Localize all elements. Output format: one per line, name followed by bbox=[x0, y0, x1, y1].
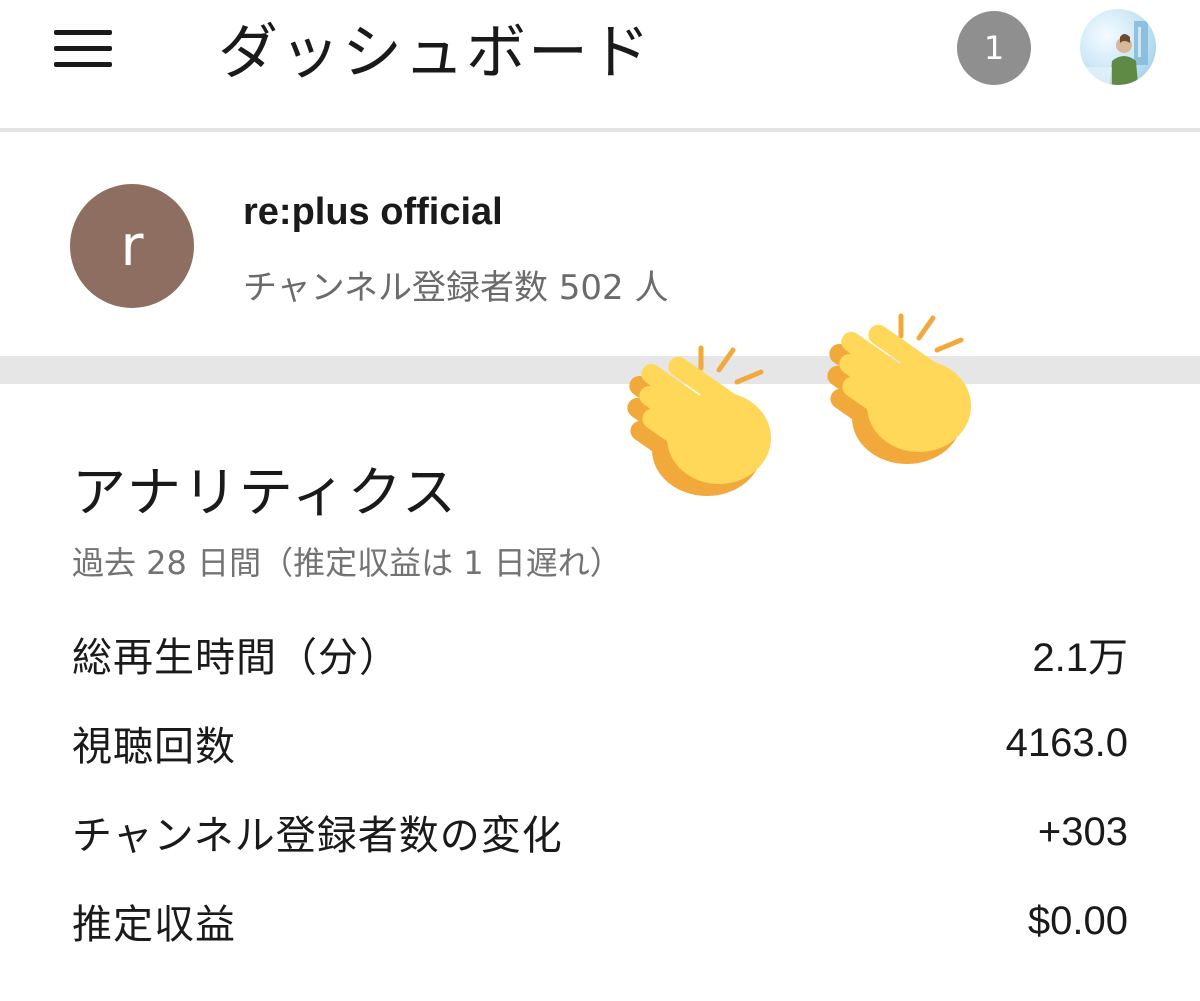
metric-label: チャンネル登録者数の変化 bbox=[72, 813, 563, 859]
metric-value: 4163.0 bbox=[1005, 720, 1128, 765]
metric-label: 推定収益 bbox=[72, 902, 236, 948]
clapping-hands-icon bbox=[627, 345, 771, 496]
metric-row-subscriber-change[interactable]: チャンネル登録者数の変化 +303 bbox=[72, 797, 1128, 867]
metric-value: +303 bbox=[1037, 809, 1128, 854]
channel-name: re:plus official bbox=[243, 191, 503, 233]
metric-label: 視聴回数 bbox=[72, 724, 236, 770]
metric-row-views[interactable]: 視聴回数 4163.0 bbox=[72, 708, 1128, 778]
notification-badge[interactable]: 1 bbox=[957, 11, 1031, 85]
channel-avatar[interactable]: r bbox=[70, 184, 194, 308]
user-photo-icon bbox=[1086, 21, 1148, 85]
user-avatar[interactable] bbox=[1080, 9, 1156, 85]
analytics-subtitle: 過去 28 日間（推定収益は 1 日遅れ） bbox=[72, 544, 622, 582]
app-header: ダッシュボード 1 bbox=[0, 0, 1200, 132]
subscriber-count: チャンネル登録者数 502 人 bbox=[243, 268, 669, 308]
menu-bar bbox=[54, 29, 112, 35]
metric-row-watch-time[interactable]: 総再生時間（分） 2.1万 bbox=[72, 619, 1128, 689]
clapping-hands-icon bbox=[827, 313, 971, 464]
section-divider bbox=[0, 356, 1200, 384]
menu-bar bbox=[54, 61, 112, 67]
metric-row-estimated-revenue[interactable]: 推定収益 $0.00 bbox=[72, 886, 1128, 956]
channel-card[interactable]: r re:plus official チャンネル登録者数 502 人 bbox=[0, 136, 1200, 356]
dashboard-page: ダッシュボード 1 r re:plus official チャンネル登録者数 5… bbox=[0, 0, 1200, 1001]
metric-value: 2.1万 bbox=[1032, 636, 1128, 680]
metric-value: $0.00 bbox=[1027, 898, 1128, 943]
page-title: ダッシュボード bbox=[218, 18, 652, 88]
metric-label: 総再生時間（分） bbox=[72, 635, 400, 681]
hamburger-menu-icon[interactable] bbox=[44, 16, 122, 80]
analytics-title: アナリティクス bbox=[72, 461, 459, 524]
menu-bar bbox=[54, 45, 112, 51]
